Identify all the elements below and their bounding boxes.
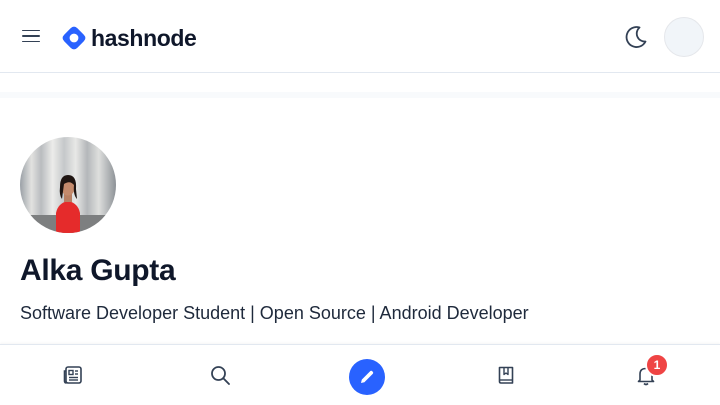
hamburger-menu-icon: [22, 29, 40, 32]
feed-nav-button[interactable]: [57, 359, 89, 391]
feed-icon: [63, 366, 82, 384]
hamburger-menu-icon-line: [22, 35, 40, 37]
pencil-icon: [361, 370, 374, 383]
notification-count-badge: 1: [645, 353, 669, 377]
menu-button[interactable]: [22, 24, 48, 48]
bottom-navigation: [0, 344, 720, 405]
profile-tagline: Software Developer Student | Open Source…: [20, 303, 529, 323]
top-bar: hashnode: [0, 0, 720, 73]
moon-icon: [625, 26, 647, 48]
hamburger-menu-icon-line: [22, 40, 40, 43]
banner-divider: [0, 92, 720, 98]
hashnode-logo-icon: [62, 26, 86, 50]
search-nav-button[interactable]: [204, 359, 236, 391]
user-avatar-button[interactable]: [664, 17, 704, 57]
write-button[interactable]: [349, 359, 385, 395]
profile-name: Alka Gupta: [20, 254, 176, 287]
profile-photo-image: [20, 137, 116, 233]
bookmark-icon: [498, 366, 514, 384]
theme-toggle-button[interactable]: [622, 23, 650, 51]
profile-photo: [20, 137, 116, 233]
bookmarks-nav-button[interactable]: [490, 359, 522, 391]
hashnode-logo[interactable]: hashnode: [62, 24, 197, 52]
search-icon: [211, 366, 230, 385]
logo-text: hashnode: [91, 24, 197, 51]
